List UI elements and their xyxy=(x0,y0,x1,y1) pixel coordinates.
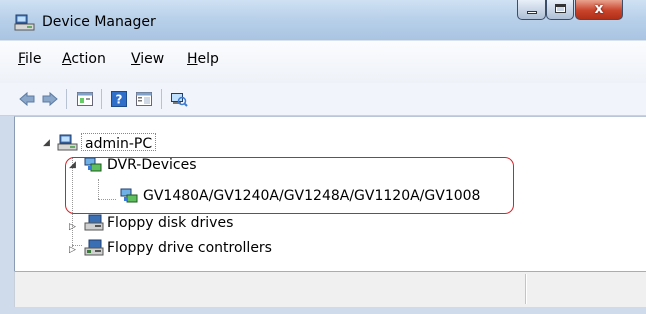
tree-node-label: Floppy disk drives xyxy=(107,215,234,231)
toolbar-separator xyxy=(66,89,67,109)
collapse-arrow-icon[interactable]: ◢ xyxy=(43,138,53,148)
title-bar[interactable]: Device Manager x xyxy=(0,0,646,40)
minimize-icon xyxy=(527,11,537,14)
menu-help[interactable]: Help xyxy=(187,51,219,67)
svg-text:?: ? xyxy=(116,93,123,107)
properties-icon[interactable] xyxy=(76,90,94,108)
tree-node-floppy-drive-controllers[interactable]: Floppy drive controllers xyxy=(83,238,323,258)
maximize-icon xyxy=(555,4,566,13)
menu-bar: File Action View Help xyxy=(0,40,646,83)
menu-view-accel: V xyxy=(131,51,141,67)
maximize-button[interactable] xyxy=(546,0,574,20)
menu-help-accel: H xyxy=(187,51,198,67)
toolbar: ? xyxy=(0,83,646,116)
menu-view-label: iew xyxy=(140,51,165,67)
close-icon: x xyxy=(594,1,604,17)
menu-help-label: elp xyxy=(197,51,219,67)
help-icon[interactable]: ? xyxy=(110,90,128,108)
status-bar xyxy=(14,271,646,307)
scan-hardware-icon[interactable] xyxy=(170,90,188,108)
expand-arrow-icon[interactable]: ▷ xyxy=(69,245,79,255)
tree-node-computer[interactable]: admin-PC xyxy=(57,133,207,153)
menu-action[interactable]: Action xyxy=(62,51,106,67)
toolbar-separator xyxy=(161,89,162,109)
tree-node-label: Floppy drive controllers xyxy=(107,240,272,256)
menu-file[interactable]: File xyxy=(18,51,41,67)
window-title: Device Manager xyxy=(42,14,156,30)
toolbar-separator xyxy=(101,89,102,109)
expand-arrow-icon[interactable]: ▷ xyxy=(69,222,79,232)
menu-file-accel: F xyxy=(18,51,26,67)
window-bottom-edge xyxy=(0,307,646,314)
menu-action-accel: A xyxy=(62,51,72,67)
status-separator xyxy=(526,274,527,304)
menu-action-label: ction xyxy=(71,51,106,67)
device-manager-window: Device Manager x File Action View Help ? xyxy=(0,0,646,314)
computer-icon xyxy=(57,134,79,152)
back-icon[interactable] xyxy=(18,90,36,108)
highlight-annotation xyxy=(65,157,514,214)
tree-node-floppy-disk-drives[interactable]: Floppy disk drives xyxy=(83,213,303,233)
menu-file-label: ile xyxy=(25,51,42,67)
show-hide-console-tree-icon[interactable] xyxy=(135,90,153,108)
window-left-edge xyxy=(0,116,14,307)
close-button[interactable]: x xyxy=(575,0,623,20)
floppy-drive-icon xyxy=(83,214,105,232)
tree-node-label: admin-PC xyxy=(81,133,157,152)
forward-icon[interactable] xyxy=(41,90,59,108)
minimize-button[interactable] xyxy=(517,0,546,20)
tree-node-label-wrapper: admin-PC xyxy=(81,133,157,154)
floppy-controller-icon xyxy=(83,239,105,257)
menu-view[interactable]: View xyxy=(131,51,164,67)
device-manager-icon xyxy=(14,14,36,32)
